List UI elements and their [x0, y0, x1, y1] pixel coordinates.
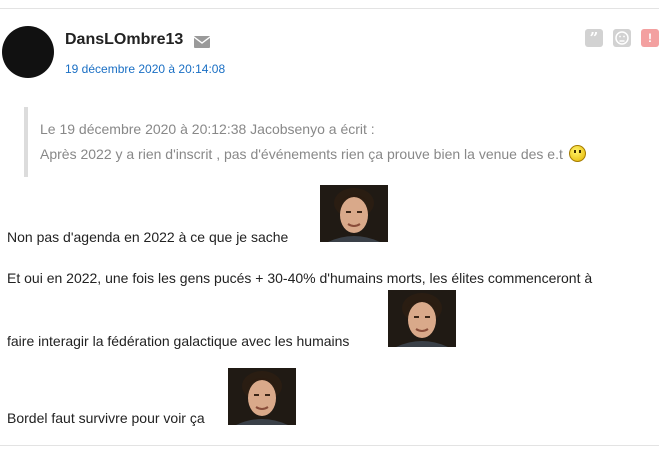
quote-block: Le 19 décembre 2020 à 20:12:38 Jacobseny… [24, 107, 644, 177]
quote-text: Après 2022 y a rien d'inscrit , pas d'év… [40, 146, 563, 162]
sad-face-icon[interactable] [613, 29, 631, 47]
post-actions: ” ! [585, 29, 659, 47]
message-line-2: Et oui en 2022, une fois les gens pucés … [7, 270, 593, 286]
quote-icon[interactable]: ” [585, 29, 603, 47]
quote-text-line: Après 2022 y a rien d'inscrit , pas d'év… [40, 145, 586, 162]
worried-smiley-icon [568, 145, 586, 162]
sticker-image[interactable] [388, 290, 456, 347]
forum-post: DansLOmbre13 19 décembre 2020 à 20:14:08… [0, 8, 659, 446]
author-name[interactable]: DansLOmbre13 [65, 31, 183, 49]
envelope-icon[interactable] [193, 35, 211, 48]
sticker-image[interactable] [228, 368, 296, 425]
message-line-4: Bordel faut survivre pour voir ça [7, 410, 205, 426]
message-line-3: faire interagir la fédération galactique… [7, 333, 350, 349]
quote-header: Le 19 décembre 2020 à 20:12:38 Jacobseny… [40, 121, 375, 137]
alert-icon[interactable]: ! [641, 29, 659, 47]
message-line-1: Non pas d'agenda en 2022 à ce que je sac… [7, 229, 289, 245]
sticker-image[interactable] [320, 185, 388, 242]
post-date-link[interactable]: 19 décembre 2020 à 20:14:08 [65, 62, 225, 76]
avatar[interactable] [2, 26, 54, 78]
